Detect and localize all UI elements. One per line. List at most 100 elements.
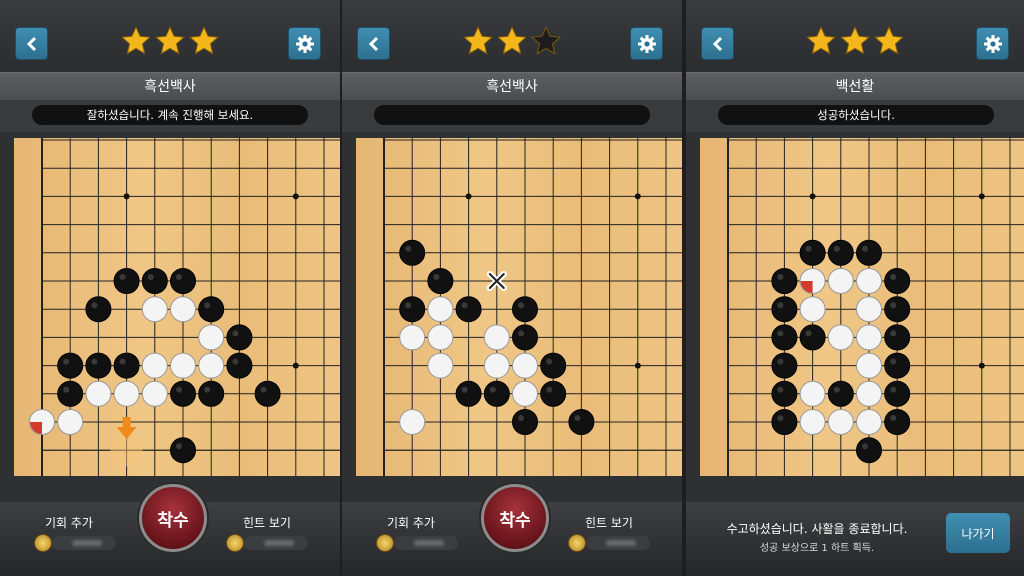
white-stone: [57, 409, 84, 435]
black-stone: [57, 380, 84, 407]
white-stone: [799, 296, 826, 323]
white-stone: [856, 352, 882, 379]
white-stone: [399, 324, 426, 351]
black-stone: [399, 239, 426, 266]
star-point: [978, 193, 985, 200]
arrow-down-icon: [110, 417, 143, 467]
chance-cost: [52, 536, 116, 550]
puzzle-panel-1: 흑선백사 잘하셨습니다. 계속 진행해 보세요. 기회 추가 힌트 보기 착수: [0, 0, 340, 576]
black-stone: [85, 352, 112, 379]
black-stone: [483, 380, 510, 407]
black-stone: [827, 239, 854, 266]
black-stone: [568, 409, 595, 435]
star-icon: [805, 25, 837, 55]
black-stone: [771, 296, 798, 323]
white-stone: [170, 296, 196, 323]
black-stone: [799, 324, 826, 351]
white-stone: [512, 380, 538, 407]
black-stone: [198, 380, 225, 407]
black-stone: [170, 437, 196, 464]
settings-button[interactable]: [288, 27, 321, 60]
status-message: 성공하셨습니다.: [718, 105, 994, 125]
black-stone: [771, 380, 798, 407]
gear-icon: [295, 34, 314, 53]
black-stone: [884, 409, 911, 435]
puzzle-title: 흑선백사: [144, 79, 196, 95]
chance-cost: [394, 536, 458, 550]
settings-button[interactable]: [630, 27, 663, 60]
puzzle-title: 흑선백사: [486, 79, 538, 95]
coin-icon: [568, 534, 586, 552]
exit-button[interactable]: 나가기: [946, 513, 1010, 553]
white-stone: [85, 380, 112, 407]
star-point: [809, 193, 816, 200]
white-stone: [799, 380, 826, 407]
black-stone: [884, 352, 911, 379]
black-stone: [540, 380, 567, 407]
white-stone: [856, 268, 882, 294]
settings-button[interactable]: [976, 27, 1009, 60]
black-stone: [771, 268, 798, 294]
black-stone: [827, 380, 854, 407]
status-message: 잘하셨습니다. 계속 진행해 보세요.: [32, 105, 308, 125]
white-stone: [198, 324, 225, 351]
hint-cost: [586, 536, 650, 550]
black-stone: [771, 352, 798, 379]
white-stone: [856, 409, 882, 435]
black-stone: [884, 296, 911, 323]
star-point: [634, 193, 641, 200]
result-message: 수고하셨습니다. 사활을 종료합니다.: [726, 522, 908, 536]
black-stone: [884, 380, 911, 407]
black-stone: [226, 352, 253, 379]
add-chance-label[interactable]: 기회 추가: [387, 514, 435, 531]
white-stone: [141, 380, 168, 407]
white-stone: [399, 409, 426, 435]
star-point: [292, 362, 299, 369]
black-stone: [57, 352, 84, 379]
white-stone: [856, 324, 882, 351]
black-stone: [856, 437, 882, 464]
black-stone: [512, 296, 538, 323]
star-point: [978, 362, 985, 369]
black-stone: [884, 268, 911, 294]
black-stone: [455, 296, 482, 323]
black-stone: [254, 380, 281, 407]
star-icon: [496, 25, 528, 55]
white-stone: [827, 268, 854, 294]
star-icon: [120, 25, 152, 55]
header: [0, 0, 340, 72]
hint-label[interactable]: 힌트 보기: [585, 514, 633, 531]
coin-icon: [34, 534, 52, 552]
coin-icon: [376, 534, 394, 552]
white-stone: [113, 380, 140, 407]
white-stone: [827, 409, 854, 435]
star-point: [292, 193, 299, 200]
white-stone: [512, 352, 538, 379]
star-icon: [154, 25, 186, 55]
black-stone: [198, 296, 225, 323]
hint-label[interactable]: 힌트 보기: [243, 514, 291, 531]
black-stone: [884, 324, 911, 351]
black-stone: [771, 409, 798, 435]
coin-icon: [226, 534, 244, 552]
add-chance-label[interactable]: 기회 추가: [45, 514, 93, 531]
star-point: [634, 362, 641, 369]
go-board[interactable]: [356, 138, 682, 476]
black-stone: [512, 409, 538, 435]
play-move-button[interactable]: 착수: [481, 484, 549, 552]
black-stone: [170, 268, 196, 294]
star-point: [123, 193, 130, 200]
status-message: [374, 105, 650, 125]
header: [342, 0, 682, 72]
puzzle-title: 백선활: [835, 79, 875, 95]
white-stone: [827, 324, 854, 351]
play-move-button[interactable]: 착수: [139, 484, 207, 552]
black-stone: [170, 380, 196, 407]
white-stone: [198, 352, 225, 379]
white-stone: [141, 352, 168, 379]
white-stone: [29, 409, 55, 435]
star-point: [465, 193, 472, 200]
gear-icon: [983, 34, 1002, 53]
puzzle-panel-2: 흑선백사 기회 추가 힌트 보기 착수: [342, 0, 682, 576]
go-board[interactable]: [14, 138, 340, 476]
